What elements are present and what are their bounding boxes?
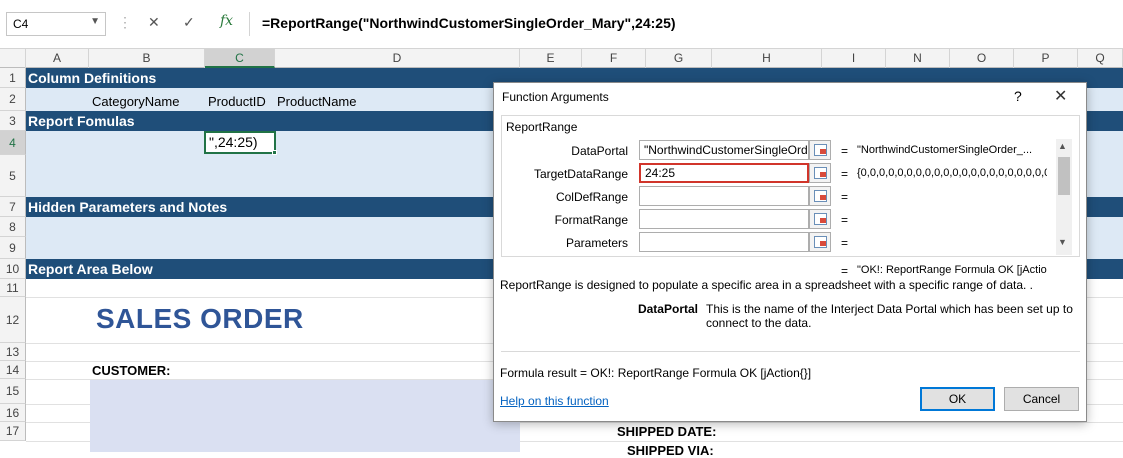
column-header-b[interactable]: B xyxy=(89,49,205,68)
row-header-8[interactable]: 8 xyxy=(0,217,26,237)
collapse-dialog-button[interactable] xyxy=(809,232,831,252)
function-arguments-dialog: Function Arguments ? ✕ ReportRange DataP… xyxy=(493,82,1087,422)
arg-equals: = xyxy=(841,236,849,250)
arg-equals: = xyxy=(841,190,849,204)
row-header-14[interactable]: 14 xyxy=(0,361,26,379)
fill-handle[interactable] xyxy=(272,150,277,155)
dialog-divider xyxy=(501,351,1080,352)
chevron-up-icon[interactable]: ▲ xyxy=(1058,141,1067,151)
customer-label: CUSTOMER: xyxy=(92,363,171,378)
arg-equals: = xyxy=(841,144,849,158)
formula-bar: C4 ▼ ⋮ ✕ ✓ fx =ReportRange("NorthwindCus… xyxy=(0,0,1123,48)
column-header-a[interactable]: A xyxy=(26,49,89,68)
chevron-down-icon[interactable]: ▼ xyxy=(90,16,100,27)
name-box-value: C4 xyxy=(13,17,29,31)
arg-label-dataportal: DataPortal xyxy=(571,144,628,158)
drag-handle-icon[interactable]: ⋮ xyxy=(118,14,132,34)
row-header-15[interactable]: 15 xyxy=(0,379,26,404)
column-header-p[interactable]: P xyxy=(1014,49,1078,68)
enter-icon[interactable]: ✓ xyxy=(183,14,199,34)
row-header-16[interactable]: 16 xyxy=(0,404,26,422)
customer-box[interactable] xyxy=(90,380,520,452)
row-header-13[interactable]: 13 xyxy=(0,343,26,361)
column-header-f[interactable]: F xyxy=(582,49,646,68)
column-def-productid[interactable]: ProductID xyxy=(208,94,266,109)
column-header-d[interactable]: D xyxy=(275,49,520,68)
row-header-10[interactable]: 10 xyxy=(0,259,26,279)
column-def-categoryname[interactable]: CategoryName xyxy=(92,94,179,109)
row-header-12[interactable]: 12 xyxy=(0,297,26,343)
arg-label-formatrange: FormatRange xyxy=(554,213,628,227)
help-link[interactable]: Help on this function xyxy=(500,394,609,408)
function-result-equals: = xyxy=(841,264,849,278)
help-icon[interactable]: ? xyxy=(1014,88,1022,104)
row-header-9[interactable]: 9 xyxy=(0,237,26,259)
column-header-bar: A B C D E F G H I N O P Q xyxy=(0,48,1123,68)
insert-function-icon[interactable]: fx xyxy=(220,13,238,33)
column-header-g[interactable]: G xyxy=(646,49,712,68)
arg-input-parameters[interactable] xyxy=(639,232,809,252)
column-header-o[interactable]: O xyxy=(950,49,1014,68)
row-header-1[interactable]: 1 xyxy=(0,68,26,88)
row-header-7[interactable]: 7 xyxy=(0,197,26,217)
active-cell-c4[interactable]: ",24:25) xyxy=(204,131,276,154)
arguments-scrollbar[interactable]: ▲ ▼ xyxy=(1056,139,1072,255)
column-header-q[interactable]: Q xyxy=(1078,49,1123,68)
arg-result-targetdatarange: {0,0,0,0,0,0,0,0,0,0,0,0,0,0,0,0,0,0,0,0… xyxy=(857,167,1047,179)
column-header-i[interactable]: I xyxy=(822,49,886,68)
row-header-5[interactable]: 5 xyxy=(0,155,26,197)
shipped-date-label: SHIPPED DATE: xyxy=(617,424,717,439)
arg-equals: = xyxy=(841,213,849,227)
row-header-3[interactable]: 3 xyxy=(0,111,26,131)
arg-input-targetdatarange[interactable]: 24:25 xyxy=(639,163,809,183)
arg-result-dataportal: "NorthwindCustomerSingleOrder_... xyxy=(857,144,1033,156)
chevron-down-icon[interactable]: ▼ xyxy=(1058,237,1067,247)
arg-label-targetdatarange: TargetDataRange xyxy=(533,167,628,181)
arg-label-coldefrange: ColDefRange xyxy=(555,190,628,204)
collapse-dialog-button[interactable] xyxy=(809,163,831,183)
column-header-e[interactable]: E xyxy=(520,49,582,68)
select-all-corner[interactable] xyxy=(0,49,26,68)
cancel-button[interactable]: Cancel xyxy=(1004,387,1079,411)
column-header-h[interactable]: H xyxy=(712,49,822,68)
column-def-productname[interactable]: ProductName xyxy=(277,94,356,109)
range-select-icon xyxy=(814,213,827,225)
row-header-11[interactable]: 11 xyxy=(0,279,26,297)
shipped-via-label: SHIPPED VIA: xyxy=(627,443,714,458)
formula-bar-divider xyxy=(249,12,250,36)
range-select-icon xyxy=(814,190,827,202)
arg-label-parameters: Parameters xyxy=(565,236,628,250)
row-header-2[interactable]: 2 xyxy=(0,88,26,111)
function-name: ReportRange xyxy=(506,120,578,134)
dialog-title: Function Arguments xyxy=(502,90,609,104)
function-description: ReportRange is designed to populate a sp… xyxy=(500,278,1033,292)
current-argument-description: This is the name of the Interject Data P… xyxy=(706,302,1073,330)
ok-button[interactable]: OK xyxy=(920,387,995,411)
row-header-17[interactable]: 17 xyxy=(0,422,26,441)
current-argument-name: DataPortal xyxy=(637,302,698,316)
column-header-n[interactable]: N xyxy=(886,49,950,68)
column-header-c[interactable]: C xyxy=(205,49,275,68)
name-box[interactable]: C4 ▼ xyxy=(6,12,106,36)
formula-input[interactable]: =ReportRange("NorthwindCustomerSingleOrd… xyxy=(256,12,1122,36)
function-result-value: "OK!: ReportRange Formula OK [jActio xyxy=(857,264,1047,276)
formula-result: Formula result = OK!: ReportRange Formul… xyxy=(500,366,812,380)
arg-equals: = xyxy=(841,167,849,181)
sales-order-title: SALES ORDER xyxy=(96,303,304,334)
cancel-icon[interactable]: ✕ xyxy=(148,14,164,34)
arg-input-coldefrange[interactable] xyxy=(639,186,809,206)
range-select-icon xyxy=(814,144,827,156)
arg-input-formatrange[interactable] xyxy=(639,209,809,229)
collapse-dialog-button[interactable] xyxy=(809,186,831,206)
close-icon[interactable]: ✕ xyxy=(1054,86,1067,106)
arg-input-dataportal[interactable]: "NorthwindCustomerSingleOrd xyxy=(639,140,809,160)
collapse-dialog-button[interactable] xyxy=(809,209,831,229)
collapse-dialog-button[interactable] xyxy=(809,140,831,160)
range-select-icon xyxy=(814,167,827,179)
row-header-4[interactable]: 4 xyxy=(0,131,26,155)
scrollbar-thumb[interactable] xyxy=(1058,157,1070,195)
range-select-icon xyxy=(814,236,827,248)
